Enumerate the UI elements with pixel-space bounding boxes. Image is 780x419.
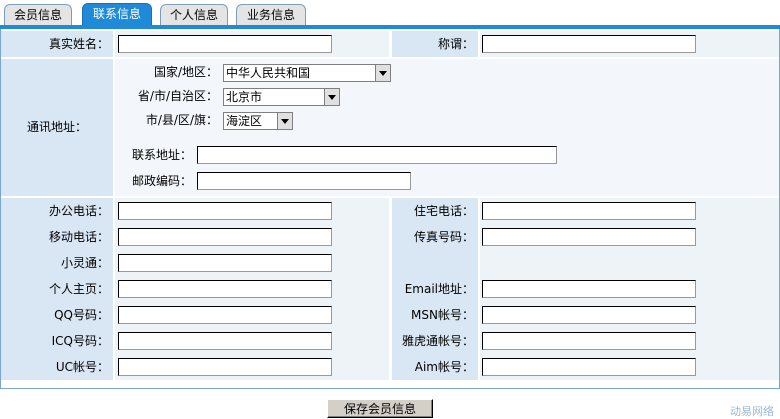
phs-input[interactable] — [118, 254, 332, 272]
watermark: 动易网络 — [730, 405, 774, 418]
phs-label: 小灵通： — [1, 250, 113, 276]
homepage-label: 个人主页： — [1, 276, 113, 302]
country-label: 国家/地区： — [153, 65, 218, 79]
district-select[interactable]: 海淀区 — [223, 112, 293, 130]
real-name-label: 真实姓名： — [1, 31, 113, 57]
district-value: 海淀区 — [226, 114, 263, 128]
aim-label: Aim帐号： — [392, 354, 478, 380]
country-select[interactable]: 中华人民共和国 — [223, 64, 391, 82]
qq-input[interactable] — [118, 306, 332, 324]
mobile-input[interactable] — [118, 228, 332, 246]
contact-address-input[interactable] — [197, 146, 557, 164]
uc-input[interactable] — [118, 358, 332, 376]
office-phone-label: 办公电话： — [1, 198, 113, 224]
country-value: 中华人民共和国 — [226, 66, 311, 80]
yahoo-label: 雅虎通帐号： — [392, 328, 478, 354]
province-value: 北京市 — [226, 90, 263, 104]
title-label: 称谓： — [392, 31, 478, 57]
msn-input[interactable] — [482, 306, 696, 324]
uc-label: UC帐号： — [1, 354, 113, 380]
office-phone-input[interactable] — [118, 202, 332, 220]
postcode-label: 邮政编码： — [131, 174, 192, 188]
title-input[interactable] — [482, 35, 696, 53]
postcode-input[interactable] — [197, 172, 411, 190]
yahoo-input[interactable] — [482, 332, 696, 350]
address-label: 通讯地址： — [1, 59, 113, 196]
chevron-down-icon — [277, 113, 292, 129]
chevron-down-icon — [375, 65, 390, 81]
district-label: 市/县/区/旗： — [145, 113, 218, 127]
icq-label: ICQ号码： — [1, 328, 113, 354]
contact-address-label: 联系地址： — [131, 148, 192, 162]
email-input[interactable] — [482, 280, 696, 298]
fax-label: 传真号码： — [392, 224, 478, 250]
tab-business-info[interactable]: 业务信息 — [236, 4, 306, 26]
fax-input[interactable] — [482, 228, 696, 246]
real-name-input[interactable] — [118, 35, 332, 53]
province-label: 省/市/自治区： — [137, 89, 218, 103]
icq-input[interactable] — [118, 332, 332, 350]
tab-member-info[interactable]: 会员信息 — [4, 4, 72, 26]
empty-label — [392, 250, 478, 276]
homepage-input[interactable] — [118, 280, 332, 298]
tab-contact-info[interactable]: 联系信息 — [82, 3, 152, 26]
province-select[interactable]: 北京市 — [223, 88, 340, 106]
email-label: Email地址： — [392, 276, 478, 302]
qq-label: QQ号码： — [1, 302, 113, 328]
save-member-info-button[interactable]: 保存会员信息 — [327, 399, 433, 418]
msn-label: MSN帐号： — [392, 302, 478, 328]
empty-cell — [480, 250, 779, 276]
mobile-label: 移动电话： — [1, 224, 113, 250]
tab-personal-info[interactable]: 个人信息 — [160, 4, 228, 26]
chevron-down-icon — [324, 89, 339, 105]
home-phone-label: 住宅电话： — [392, 198, 478, 224]
aim-input[interactable] — [482, 358, 696, 376]
home-phone-input[interactable] — [482, 202, 696, 220]
